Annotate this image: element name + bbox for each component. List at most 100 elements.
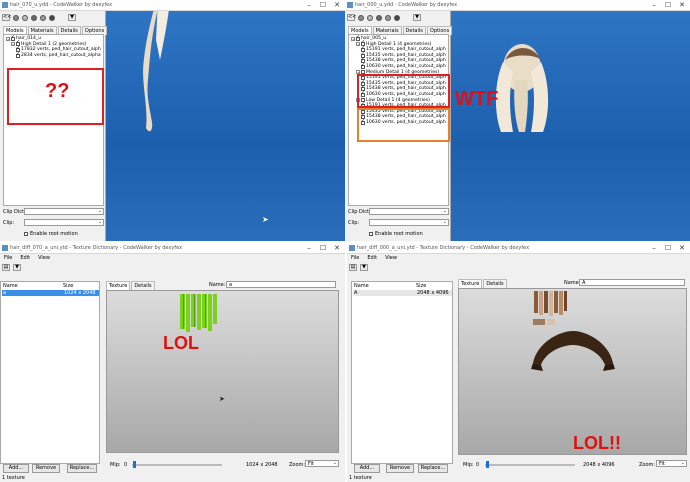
sphere-icon-3[interactable]	[376, 14, 382, 21]
column-size[interactable]: Size	[63, 283, 73, 289]
app-icon	[2, 245, 8, 251]
collapse-button[interactable]: <<	[2, 14, 11, 21]
menu-file[interactable]: File	[4, 254, 12, 262]
name-label: Name:	[209, 282, 226, 288]
maximize-button[interactable]: ☐	[662, 1, 674, 10]
chevron-down-icon: ⌄	[332, 460, 337, 466]
expand-icon[interactable]: −	[356, 42, 360, 47]
texture-preview[interactable]	[458, 288, 687, 455]
texture-image	[180, 294, 217, 332]
sphere-icon-4[interactable]	[385, 14, 391, 21]
item-size: 2048 x 4096	[417, 290, 449, 296]
zoom-dropdown[interactable]: Fit ⌄	[656, 460, 687, 467]
annotation-box-orange	[357, 108, 450, 142]
sphere-icon-2[interactable]	[22, 14, 28, 21]
texture-dictionary-window-2: hair_diff_000_a_uni.ytd - Texture Dictio…	[347, 243, 690, 482]
clip-dropdown[interactable]: ⌄	[369, 219, 449, 226]
remove-button[interactable]: Remove	[386, 464, 414, 473]
clip-dropdown[interactable]: ⌄	[24, 219, 104, 226]
expand-icon[interactable]: −	[6, 36, 10, 41]
menu-file[interactable]: File	[351, 254, 359, 262]
left-panel: << ▼ Models Materials Details Options −h…	[0, 11, 108, 241]
root-motion-checkbox[interactable]: Enable root motion	[24, 231, 78, 237]
mip-value: 0	[124, 462, 128, 468]
close-button[interactable]: ✕	[331, 244, 343, 253]
menu-edit[interactable]: Edit	[20, 254, 30, 262]
texture-list[interactable]: Name Size a 1024 x 2048	[0, 281, 100, 464]
texture-tabs: Texture Details	[458, 279, 507, 288]
mip-slider[interactable]	[132, 464, 222, 466]
clip-dict-dropdown[interactable]: ⌄	[369, 208, 449, 215]
name-input[interactable]: A	[579, 279, 685, 286]
checkbox[interactable]	[356, 35, 360, 41]
maximize-button[interactable]: ☐	[662, 244, 674, 253]
list-item[interactable]: a 1024 x 2048	[2, 290, 99, 296]
minimize-button[interactable]: –	[303, 244, 315, 253]
sphere-icon[interactable]	[13, 14, 19, 21]
root-motion-checkbox[interactable]: Enable root motion	[369, 231, 423, 237]
replace-button[interactable]: Replace...	[418, 464, 448, 473]
open-icon[interactable]: ▤	[2, 264, 10, 271]
checkbox[interactable]	[361, 63, 365, 69]
name-input[interactable]: a	[226, 281, 336, 288]
mip-slider-thumb[interactable]	[486, 461, 489, 468]
zoom-value: Fit	[308, 461, 314, 467]
status-bar-text: 1 texture	[349, 475, 372, 481]
texture-list[interactable]: Name Size A 2048 x 4096	[351, 281, 453, 464]
save-icon[interactable]: ▼	[68, 14, 76, 21]
expand-icon[interactable]: −	[351, 36, 355, 41]
mip-slider-thumb[interactable]	[133, 461, 136, 468]
minimize-button[interactable]: –	[648, 244, 660, 253]
sphere-icon[interactable]	[358, 14, 364, 21]
tab-details[interactable]: Details	[483, 279, 507, 288]
add-button[interactable]: Add...	[3, 464, 29, 473]
tab-texture[interactable]: Texture	[106, 281, 131, 290]
zoom-dropdown[interactable]: Fit ⌄	[305, 460, 339, 467]
checkbox[interactable]	[24, 232, 28, 236]
expand-icon[interactable]: −	[11, 42, 15, 47]
tab-details[interactable]: Details	[131, 281, 155, 290]
minimize-button[interactable]: –	[303, 1, 315, 10]
tab-texture[interactable]: Texture	[458, 279, 483, 288]
checkbox[interactable]	[11, 35, 15, 41]
mip-slider[interactable]	[485, 464, 575, 466]
maximize-button[interactable]: ☐	[317, 1, 329, 10]
close-button[interactable]: ✕	[676, 244, 688, 253]
sphere-icon-4[interactable]	[40, 14, 46, 21]
checkbox[interactable]	[369, 232, 373, 236]
save-icon[interactable]: ▼	[13, 264, 21, 271]
close-button[interactable]: ✕	[676, 1, 688, 10]
sphere-icon-5[interactable]	[394, 14, 400, 21]
sphere-icon-2[interactable]	[367, 14, 373, 21]
remove-button[interactable]: Remove	[32, 464, 60, 473]
add-button[interactable]: Add...	[354, 464, 380, 473]
column-name[interactable]: Name	[3, 283, 18, 289]
annotation-box-red	[357, 74, 450, 108]
column-size[interactable]: Size	[416, 283, 426, 289]
maximize-button[interactable]: ☐	[317, 244, 329, 253]
replace-button[interactable]: Replace...	[67, 464, 97, 473]
sphere-icon-3[interactable]	[31, 14, 37, 21]
close-button[interactable]: ✕	[331, 1, 343, 10]
column-name[interactable]: Name	[354, 283, 369, 289]
app-icon	[2, 2, 8, 8]
model-viewer-window-2: hair_000_u.ydd - CodeWalker by dexyfex –…	[345, 0, 690, 241]
tree-item[interactable]: 2834 verts, ped_hair_cutout_alpha	[16, 52, 101, 59]
chevron-down-icon: ⌄	[680, 460, 685, 466]
sphere-icon-5[interactable]	[49, 14, 55, 21]
open-icon[interactable]: ▤	[349, 264, 357, 271]
minimize-button[interactable]: –	[648, 1, 660, 10]
window-title: hair_diff_000_a_uni.ytd - Texture Dictio…	[357, 245, 530, 251]
save-icon[interactable]: ▼	[413, 14, 421, 21]
menu-view[interactable]: View	[38, 254, 50, 262]
texture-dimensions: 2048 x 4096	[583, 462, 615, 468]
clip-dict-dropdown[interactable]: ⌄	[24, 208, 104, 215]
menu-edit[interactable]: Edit	[367, 254, 377, 262]
save-icon[interactable]: ▼	[360, 264, 368, 271]
texture-image	[531, 291, 615, 371]
menu-view[interactable]: View	[385, 254, 397, 262]
checkbox[interactable]	[16, 52, 20, 58]
texture-preview[interactable]: ➤	[106, 290, 339, 453]
list-item[interactable]: A 2048 x 4096	[353, 290, 452, 296]
collapse-button[interactable]: <<	[347, 14, 356, 21]
